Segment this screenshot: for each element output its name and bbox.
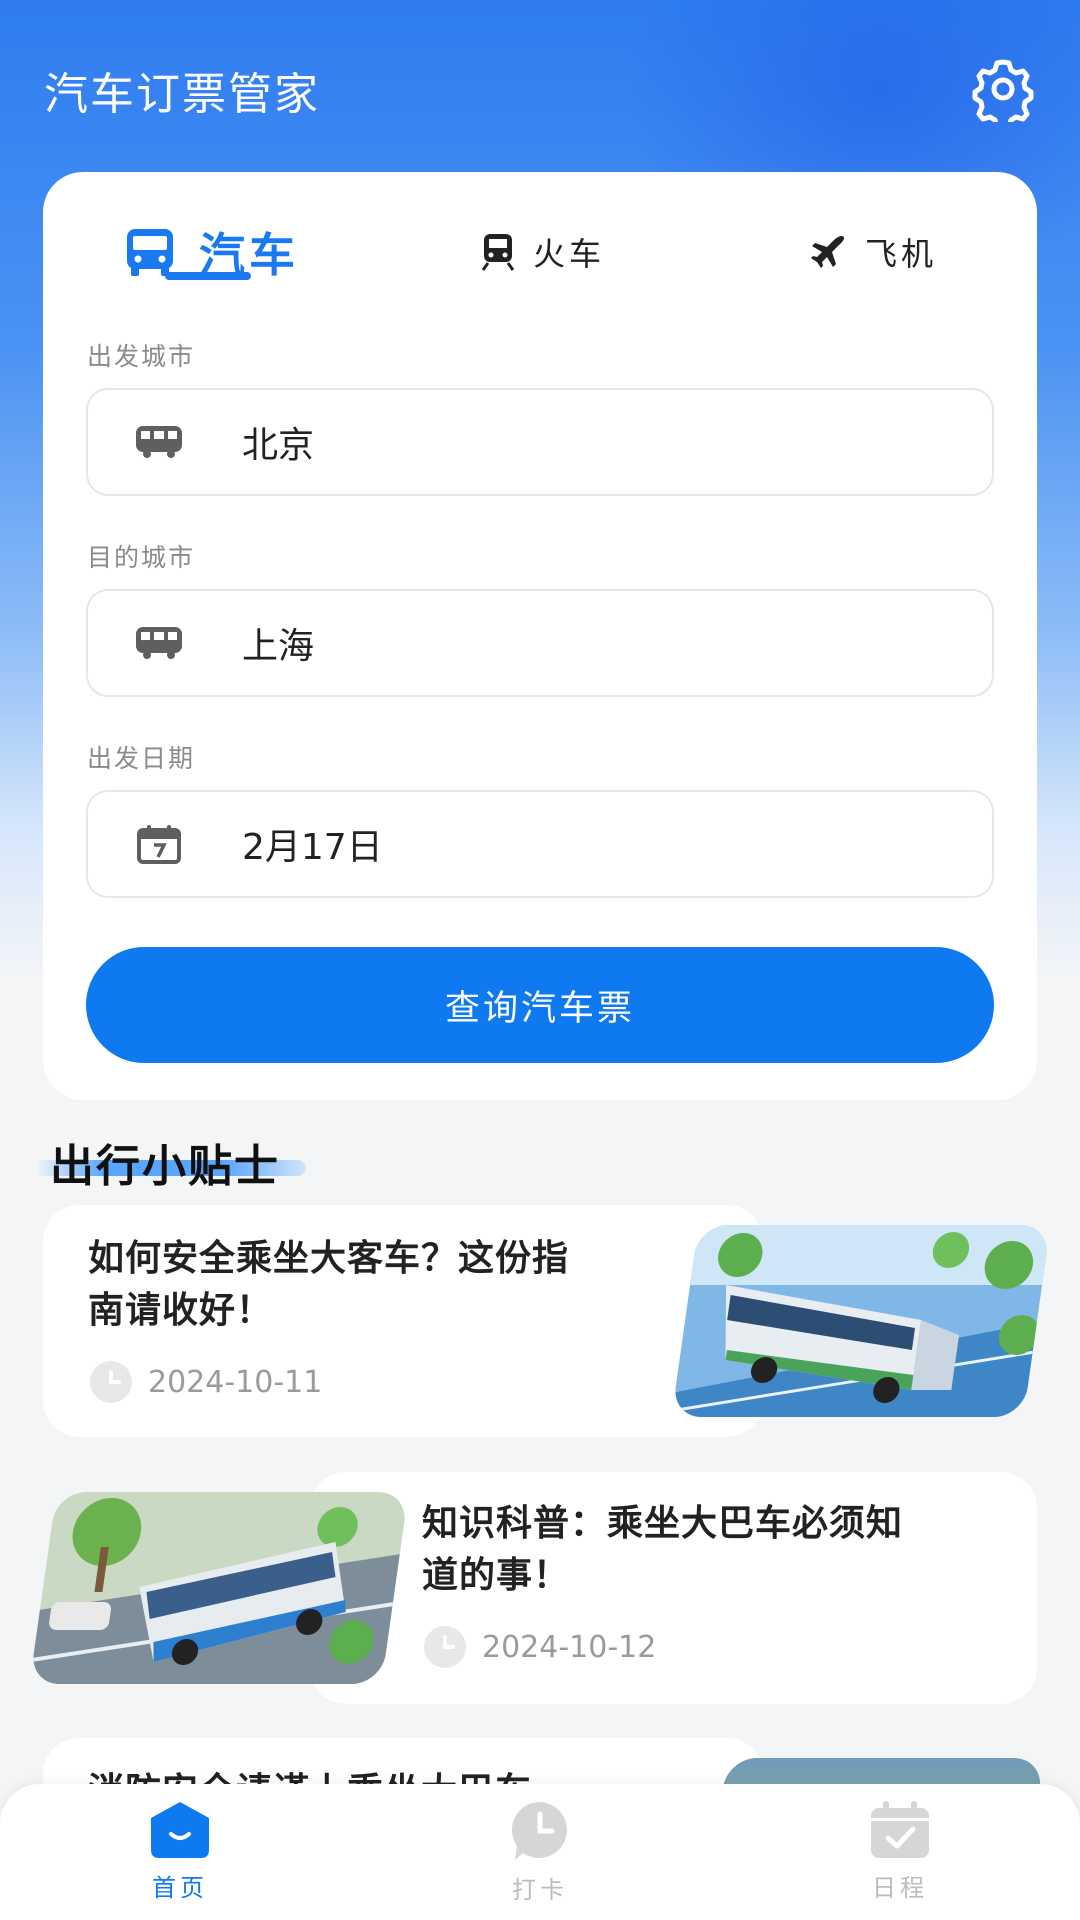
article-date-text: 2024-10-12 [482,1629,657,1665]
checkin-clock-icon [511,1802,567,1860]
article-thumbnail [671,1225,1051,1417]
bus-icon [136,627,182,659]
tab-train[interactable]: 火车 [481,212,605,292]
departure-city-field[interactable]: 北京 [86,388,994,496]
destination-label: 目的城市 [87,543,196,572]
bus-illustration [671,1225,1051,1417]
destination-city-value: 上海 [242,626,315,667]
departure-city-value: 北京 [242,425,315,466]
article-title-line: 知识科普：乘坐大巴车必须知 [422,1503,904,1544]
nav-schedule[interactable]: 日程 [830,1800,970,1903]
tab-train-label: 火车 [533,235,606,273]
departure-label: 出发城市 [87,342,196,371]
app-screen: 汽车订票管家 汽车 火车 飞机 出发城市 北京 目的城市 上海 出发日期 2月1… [0,0,1080,1920]
departure-date-value: 2月17日 [242,827,383,868]
article-date: 2024-10-12 [424,1626,656,1668]
article-title-line: 南请收好！ [88,1290,274,1331]
bus-icon [127,229,173,276]
bottom-navigation: 首页 打卡 日程 [0,1784,1080,1920]
departure-date-field[interactable]: 2月17日 [86,790,994,898]
nav-schedule-label: 日程 [872,1874,928,1902]
article-title: 知识科普：乘坐大巴车必须知 道的事！ [422,1498,903,1602]
active-tab-indicator [165,272,251,280]
nav-checkin-label: 打卡 [512,1876,568,1904]
article-title: 如何安全乘坐大客车？这份指 南请收好！ [88,1233,569,1337]
tips-section-title: 出行小贴士 [50,1141,280,1192]
app-title: 汽车订票管家 [44,69,320,120]
booking-card: 汽车 火车 飞机 出发城市 北京 目的城市 上海 出发日期 2月17日 查询汽车… [43,172,1037,1100]
article-card[interactable]: 如何安全乘坐大客车？这份指 南请收好！ 2024-10-11 [0,1205,1080,1437]
article-title-line: 道的事！ [422,1555,571,1596]
tab-bus[interactable]: 汽车 [123,202,299,302]
tab-plane-label: 飞机 [865,235,938,273]
schedule-calendar-icon [871,1801,929,1858]
article-date-text: 2024-10-11 [148,1364,323,1400]
nav-home-label: 首页 [152,1874,208,1902]
nav-checkin[interactable]: 打卡 [470,1800,610,1905]
article-title-line: 如何安全乘坐大客车？这份指 [88,1238,570,1279]
article-date: 2024-10-11 [90,1361,322,1403]
bus-illustration [29,1492,409,1684]
article-card[interactable]: 知识科普：乘坐大巴车必须知 道的事！ 2024-10-12 [0,1472,1080,1704]
train-icon [481,234,515,271]
article-thumbnail [29,1492,409,1684]
destination-city-field[interactable]: 上海 [86,589,994,697]
clock-icon [424,1626,466,1668]
settings-button[interactable] [970,56,1036,122]
clock-icon [90,1361,132,1403]
calendar-icon [137,825,181,864]
date-label: 出发日期 [87,744,196,773]
nav-home[interactable]: 首页 [110,1800,250,1903]
tab-plane[interactable]: 飞机 [809,212,937,292]
plane-icon [811,236,844,268]
bus-icon [136,426,182,458]
gear-icon [972,59,1034,122]
home-icon [151,1802,209,1858]
search-bus-tickets-button[interactable]: 查询汽车票 [86,947,994,1063]
